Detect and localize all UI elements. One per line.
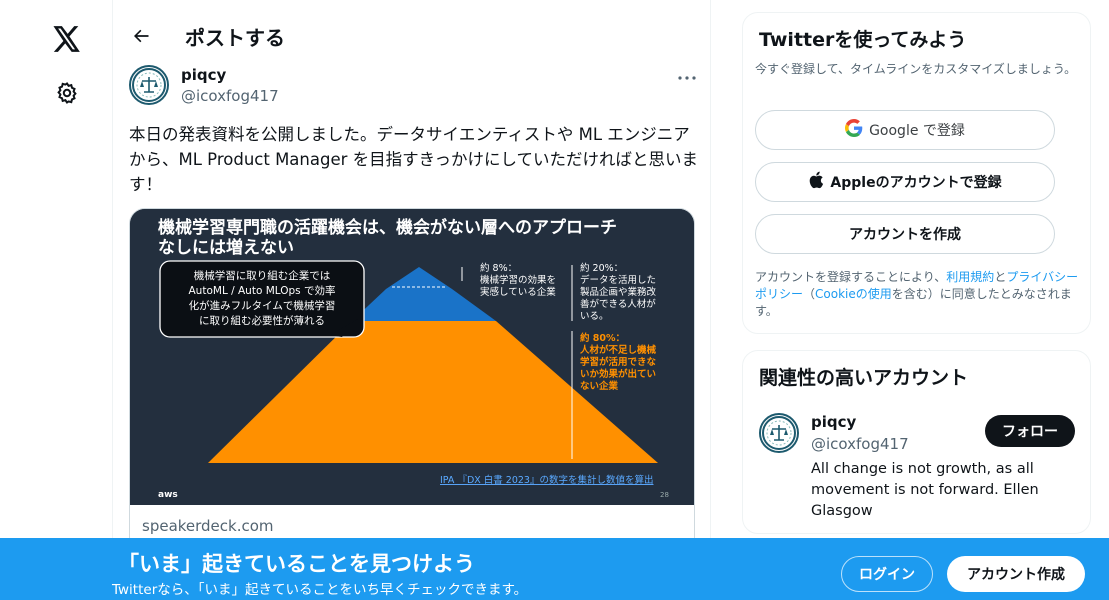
author-name[interactable]: piqcy: [181, 66, 226, 84]
login-button[interactable]: ログイン: [841, 556, 933, 592]
main-column: ポストする piqcy @icoxfog417 本日の発表資料を公開しました。デ…: [112, 0, 711, 600]
related-handle[interactable]: @icoxfog417: [811, 435, 909, 453]
apple-icon: [808, 171, 824, 193]
page-title: ポストする: [185, 26, 285, 50]
google-signup-button[interactable]: Google で登録: [755, 110, 1055, 150]
svg-text:化が進みフルタイムで機械学習: 化が進みフルタイムで機械学習: [189, 299, 336, 312]
post-author: piqcy @icoxfog417: [129, 62, 699, 112]
signup-box: Twitterを使ってみよう 今すぐ登録して、タイムラインをカスタマイズしましょ…: [742, 12, 1091, 334]
google-signup-label: Google で登録: [869, 123, 965, 139]
bottom-signup-bar: 「いま」起きていることを見つけよう Twitterなら、「いま」起きていることを…: [0, 538, 1109, 600]
svg-text:人材が不足し機械: 人材が不足し機械: [580, 344, 657, 356]
card-domain[interactable]: speakerdeck.com: [142, 517, 274, 535]
bottom-heading: 「いま」起きていることを見つけよう: [118, 552, 475, 576]
related-accounts-box: 関連性の高いアカウント piqcy @icoxfog417 フォロー All c…: [742, 350, 1091, 534]
post-text: 本日の発表資料を公開しました。データサイエンティストや ML エンジニアから、M…: [129, 125, 698, 194]
svg-text:AutoML / Auto MLOps で効率: AutoML / Auto MLOps で効率: [189, 284, 336, 297]
link-card[interactable]: 機械学習専門職の活躍機会は、機会がない層へのアプローチ なしには増えない 機械学…: [129, 208, 695, 553]
google-icon: [845, 119, 863, 141]
svg-text:に取り組む必要性が薄れる: に取り組む必要性が薄れる: [199, 314, 325, 327]
post-header: ポストする: [113, 0, 712, 70]
svg-text:いか効果が出てい: いか効果が出てい: [580, 368, 656, 380]
aws-logo: aws: [158, 490, 178, 500]
svg-text:約 80%：: 約 80%：: [580, 332, 625, 344]
app: ポストする piqcy @icoxfog417 本日の発表資料を公開しました。デ…: [0, 0, 1109, 600]
svg-text:学習が活用できな: 学習が活用できな: [580, 356, 657, 368]
svg-text:いる。: いる。: [580, 311, 609, 322]
cookie-link[interactable]: Cookieの使用: [815, 287, 892, 301]
related-name[interactable]: piqcy: [811, 413, 856, 431]
slide-title-line1: 機械学習専門職の活躍機会は、機会がない層へのアプローチ: [158, 217, 617, 238]
svg-text:約 8%：: 約 8%：: [480, 262, 517, 274]
slide-image: 機械学習専門職の活躍機会は、機会がない層へのアプローチ なしには増えない 機械学…: [130, 209, 694, 505]
svg-text:ない企業: ない企業: [580, 380, 619, 392]
x-logo-icon[interactable]: [48, 20, 86, 58]
signup-title: Twitterを使ってみよう: [759, 29, 967, 51]
signup-button[interactable]: アカウント作成: [947, 556, 1085, 592]
avatar[interactable]: [129, 65, 169, 105]
signup-subtitle: 今すぐ登録して、タイムラインをカスタマイズしましょう。: [755, 62, 1077, 76]
svg-text:機械学習の効果を: 機械学習の効果を: [480, 274, 556, 286]
arrow-left-icon[interactable]: [125, 20, 157, 52]
svg-text:約 20%：: 約 20%：: [580, 262, 623, 274]
follow-button[interactable]: フォロー: [985, 415, 1075, 447]
terms-text: アカウントを登録することにより、利用規約とプライバシーポリシー（Cookieの使…: [755, 270, 1079, 318]
create-account-button[interactable]: アカウントを作成: [755, 214, 1055, 254]
avatar[interactable]: [759, 413, 799, 453]
left-rail: [0, 0, 112, 600]
svg-text:データを活用した: データを活用した: [580, 274, 656, 286]
gear-icon[interactable]: [50, 76, 84, 110]
related-title: 関連性の高いアカウント: [759, 367, 969, 389]
slide-page-number: 28: [660, 491, 669, 499]
author-handle[interactable]: @icoxfog417: [181, 87, 279, 105]
svg-text:製品企画や業務改: 製品企画や業務改: [580, 286, 657, 298]
slide-source: IPA 『DX 白書 2023』の数字を集計し数値を算出: [440, 474, 653, 486]
terms-link[interactable]: 利用規約: [946, 270, 994, 284]
more-dots-icon[interactable]: [675, 66, 699, 90]
svg-text:機械学習に取り組む企業では: 機械学習に取り組む企業では: [194, 269, 331, 282]
apple-signup-label: Appleのアカウントで登録: [830, 175, 1002, 191]
svg-text:善ができる人材が: 善ができる人材が: [580, 298, 656, 310]
bottom-subtext: Twitterなら、「いま」起きていることをいち早くチェックできます。: [112, 582, 528, 598]
apple-signup-button[interactable]: Appleのアカウントで登録: [755, 162, 1055, 202]
create-account-label: アカウントを作成: [849, 227, 961, 243]
slide-title-line2: なしには増えない: [158, 237, 294, 258]
related-bio: All change is not growth, as all movemen…: [811, 461, 1039, 519]
svg-text:実感している企業: 実感している企業: [480, 286, 556, 298]
